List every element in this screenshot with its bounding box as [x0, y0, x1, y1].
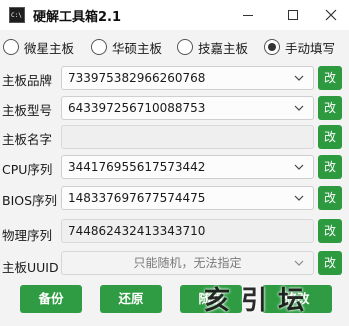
board-uuid-change-button[interactable]: 改	[318, 251, 342, 275]
radio-indicator	[91, 39, 107, 55]
radio-indicator	[177, 39, 193, 55]
cpu-serial-change-button[interactable]: 改	[318, 155, 342, 179]
restore-button[interactable]: 还原	[100, 285, 162, 313]
maximize-icon	[288, 10, 298, 20]
radio-label: 微星主板	[24, 40, 75, 56]
board-uuid-value: 只能随机，无法指定	[133, 256, 242, 270]
app-window: C:\ 硬解工具箱2.1 微星主板 华硕主板 技嘉主板 手动填写 主板品牌 73…	[0, 0, 349, 326]
title-bar[interactable]: C:\ 硬解工具箱2.1	[0, 0, 349, 30]
board-model-change-button[interactable]: 改	[318, 96, 342, 120]
bios-serial-change-button[interactable]: 改	[318, 186, 342, 210]
board-brand-combobox[interactable]: 733975382966260768	[61, 66, 314, 90]
radio-manual-entry[interactable]: 手动填写	[264, 37, 335, 57]
board-model-value: 643397256710088753	[68, 101, 206, 115]
window-title: 硬解工具箱2.1	[33, 10, 122, 25]
close-icon	[325, 9, 337, 21]
close-button[interactable]	[311, 0, 349, 30]
board-name-field[interactable]	[61, 125, 314, 149]
board-uuid-label: 主板UUID	[2, 260, 59, 275]
maximize-button[interactable]	[273, 0, 313, 30]
bios-serial-combobox[interactable]: 148337697677574475	[61, 186, 314, 210]
cpu-serial-label: CPU序列	[2, 162, 53, 177]
board-brand-change-button[interactable]: 改	[318, 66, 342, 90]
cpu-serial-value: 344176955617573442	[68, 160, 206, 174]
board-model-label: 主板型号	[2, 103, 53, 118]
minimize-button[interactable]	[228, 0, 268, 30]
physical-serial-change-button[interactable]: 改	[318, 219, 342, 243]
bios-serial-value: 148337697677574475	[68, 191, 206, 205]
board-name-label: 主板名字	[2, 132, 53, 147]
radio-label: 手动填写	[285, 40, 336, 56]
board-brand-value: 733975382966260768	[68, 71, 206, 85]
board-name-change-button[interactable]: 改	[318, 125, 342, 149]
chevron-down-icon	[294, 164, 304, 170]
chevron-down-icon	[294, 105, 304, 111]
board-uuid-combobox[interactable]: 只能随机，无法指定	[61, 251, 314, 275]
chevron-down-icon	[294, 260, 304, 266]
chevron-down-icon	[294, 75, 304, 81]
site-watermark: 亥 引 坛	[204, 286, 306, 316]
radio-indicator	[3, 39, 19, 55]
minimize-icon	[243, 14, 253, 16]
bios-serial-label: BIOS序列	[2, 193, 58, 208]
radio-asus-board[interactable]: 华硕主板	[91, 37, 162, 57]
backup-button[interactable]: 备份	[20, 285, 82, 313]
radio-gigabyte-board[interactable]: 技嘉主板	[177, 37, 248, 57]
chevron-down-icon	[294, 195, 304, 201]
console-app-icon: C:\	[9, 7, 25, 23]
radio-label: 技嘉主板	[198, 40, 249, 56]
cpu-serial-combobox[interactable]: 344176955617573442	[61, 155, 314, 179]
radio-label: 华硕主板	[112, 40, 163, 56]
physical-serial-field[interactable]: 744862432413343710	[61, 219, 314, 243]
physical-serial-value: 744862432413343710	[68, 224, 206, 238]
board-model-combobox[interactable]: 643397256710088753	[61, 96, 314, 120]
radio-msi-board[interactable]: 微星主板	[3, 37, 74, 57]
board-brand-label: 主板品牌	[2, 73, 53, 88]
physical-serial-label: 物理序列	[2, 228, 53, 243]
radio-indicator-checked	[264, 39, 280, 55]
